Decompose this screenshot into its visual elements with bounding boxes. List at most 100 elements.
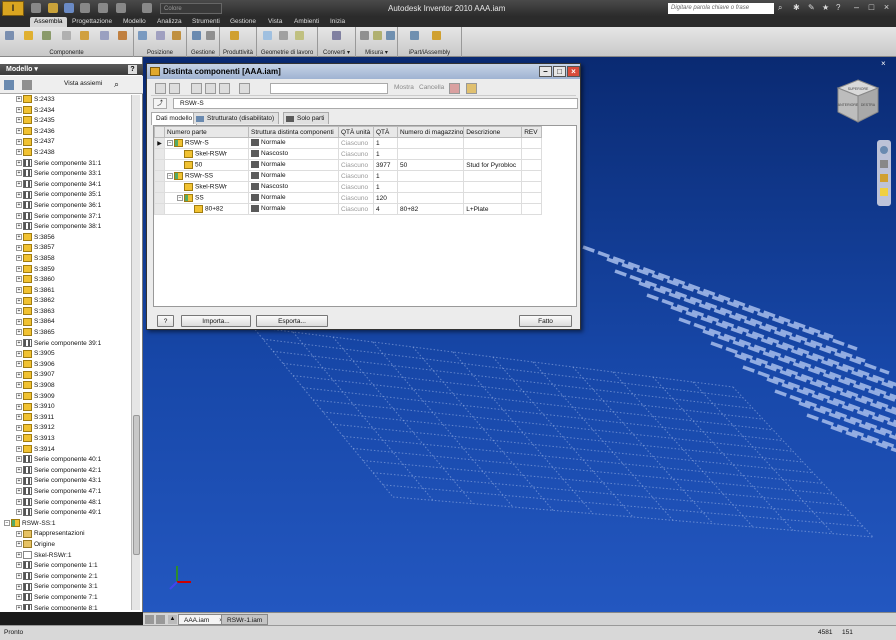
show-button[interactable]: Mostra bbox=[394, 84, 414, 91]
cell-stock[interactable] bbox=[396, 192, 465, 204]
tile-windows-icon[interactable] bbox=[145, 615, 154, 624]
expand-toggle-icon[interactable]: + bbox=[16, 191, 22, 198]
sort-icon[interactable] bbox=[191, 83, 202, 94]
zoom-icon[interactable] bbox=[880, 174, 888, 182]
parameters-icon[interactable] bbox=[206, 31, 215, 40]
cell-qty[interactable]: 1 bbox=[373, 148, 398, 160]
expand-toggle-icon[interactable]: + bbox=[16, 308, 22, 315]
cell-stock[interactable] bbox=[396, 137, 465, 149]
cascade-windows-icon[interactable] bbox=[156, 615, 165, 624]
cell-stock[interactable]: 50 bbox=[396, 159, 465, 171]
tree-item[interactable]: + Serie componente 43:1 bbox=[4, 476, 130, 487]
iassembly-icon[interactable] bbox=[432, 31, 441, 40]
orbit-icon[interactable] bbox=[880, 188, 888, 196]
row-marker[interactable] bbox=[154, 203, 165, 215]
tab-dati-modello[interactable]: Dati modello bbox=[151, 112, 198, 125]
cell-description[interactable] bbox=[463, 181, 523, 193]
minimize-button[interactable]: – bbox=[849, 2, 864, 14]
tab-progettazione[interactable]: Progettazione bbox=[72, 17, 112, 27]
export-bom-icon[interactable] bbox=[155, 83, 166, 94]
row-marker[interactable] bbox=[154, 148, 165, 160]
shrinkwrap-icon[interactable] bbox=[100, 31, 109, 40]
expand-toggle-icon[interactable]: + bbox=[16, 106, 22, 113]
viewcube-icon[interactable]: SUPERIORE ANTERIORE DESTRA bbox=[836, 78, 880, 124]
expand-toggle-icon[interactable]: + bbox=[16, 181, 22, 188]
col-description[interactable]: Descrizione bbox=[463, 126, 523, 138]
cell-part-number[interactable]: − RSWr-S bbox=[164, 137, 249, 149]
tree-item[interactable]: + Serie componente 39:1 bbox=[4, 338, 130, 350]
cell-stock[interactable] bbox=[396, 181, 465, 193]
select-icon[interactable] bbox=[116, 3, 126, 13]
expand-toggle-icon[interactable]: + bbox=[16, 573, 22, 579]
color-style-select[interactable]: Colore bbox=[160, 3, 222, 14]
clear-button[interactable]: Cancella bbox=[419, 84, 444, 91]
bom-settings-icon[interactable] bbox=[466, 83, 477, 94]
convert-icon[interactable] bbox=[332, 31, 341, 40]
cell-unit[interactable]: Ciascuno bbox=[338, 203, 374, 215]
cell-qty[interactable]: 1 bbox=[373, 181, 398, 193]
expand-toggle-icon[interactable]: + bbox=[16, 117, 22, 124]
cell-part-number[interactable]: Skel-RSWr bbox=[164, 148, 249, 160]
tab-ambienti[interactable]: Ambienti bbox=[294, 17, 319, 27]
import-button[interactable]: Importa... bbox=[181, 315, 251, 327]
expand-toggle-icon[interactable]: + bbox=[16, 361, 22, 368]
expand-toggle-icon[interactable]: + bbox=[16, 234, 22, 240]
expand-toggle-icon[interactable]: + bbox=[16, 467, 22, 474]
mirror-icon[interactable] bbox=[62, 31, 71, 40]
cell-unit[interactable]: Ciascuno bbox=[338, 137, 374, 149]
cell-part-number[interactable]: − SS bbox=[164, 192, 249, 204]
dialog-maximize-button[interactable]: □ bbox=[553, 66, 566, 77]
dialog-title-bar[interactable]: Distinta componenti [AAA.iam] – □ × bbox=[147, 64, 580, 79]
cell-structure[interactable]: Normale bbox=[248, 159, 339, 171]
expand-toggle-icon[interactable]: + bbox=[16, 202, 22, 209]
search-input[interactable]: Digitare parola chiave o frase bbox=[668, 3, 774, 14]
expand-toggle-icon[interactable]: + bbox=[16, 138, 22, 145]
col-qty[interactable]: QTÀ bbox=[373, 126, 398, 138]
expand-toggle-icon[interactable]: + bbox=[16, 382, 22, 389]
assembly-icon[interactable]: ⤴ bbox=[153, 98, 167, 109]
view-options-icon[interactable] bbox=[169, 83, 180, 94]
tab-strumenti[interactable]: Strumenti bbox=[192, 17, 220, 27]
tree-item[interactable]: + S:2437 bbox=[4, 137, 130, 148]
expand-toggle-icon[interactable]: − bbox=[167, 140, 173, 146]
expand-toggle-icon[interactable]: + bbox=[16, 456, 22, 463]
update-icon[interactable] bbox=[142, 3, 152, 13]
expand-toggle-icon[interactable]: + bbox=[16, 149, 22, 156]
tree-item[interactable]: + S:3905 bbox=[4, 349, 130, 360]
cell-qty[interactable]: 1 bbox=[373, 170, 398, 182]
cell-description[interactable] bbox=[463, 137, 523, 149]
expand-toggle-icon[interactable]: + bbox=[16, 403, 22, 410]
tree-item[interactable]: + S:3914 bbox=[4, 444, 130, 456]
expand-toggle-icon[interactable]: + bbox=[16, 223, 22, 230]
expand-toggle-icon[interactable]: + bbox=[16, 159, 22, 166]
scrollbar-thumb[interactable] bbox=[133, 415, 140, 555]
favorites-icon[interactable]: ★ bbox=[822, 4, 830, 12]
tree-item[interactable]: + S:2434 bbox=[4, 105, 130, 117]
cell-unit[interactable]: Ciascuno bbox=[338, 192, 374, 204]
close-button[interactable]: × bbox=[879, 2, 894, 14]
tree-item[interactable]: + Serie componente 33:1 bbox=[4, 169, 130, 180]
row-marker[interactable] bbox=[154, 159, 165, 171]
tree-item[interactable]: + S:3863 bbox=[4, 307, 130, 318]
hierarchy-icon[interactable] bbox=[22, 80, 32, 90]
cell-structure[interactable]: Normale bbox=[248, 170, 339, 182]
tree-item[interactable]: + S:3906 bbox=[4, 360, 130, 371]
save-icon[interactable] bbox=[64, 3, 74, 13]
tree-item[interactable]: + Serie componente 40:1 bbox=[4, 455, 130, 466]
expand-toggle-icon[interactable]: + bbox=[16, 286, 22, 293]
view-mode-dropdown[interactable]: Vista assiemi bbox=[64, 80, 102, 87]
productivity-icon[interactable] bbox=[230, 31, 239, 40]
expand-toggle-icon[interactable]: + bbox=[16, 276, 22, 283]
tree-item[interactable]: + S:2438 bbox=[4, 148, 130, 159]
find-icon[interactable] bbox=[239, 83, 250, 94]
measure-distance-icon[interactable] bbox=[360, 31, 369, 40]
expand-toggle-icon[interactable]: + bbox=[16, 414, 22, 421]
tree-item[interactable]: + S:3862 bbox=[4, 296, 130, 307]
ipart-icon[interactable] bbox=[410, 31, 419, 40]
cell-structure[interactable]: Nascosto bbox=[248, 181, 339, 193]
tree-item[interactable]: + Serie componente 7:1 bbox=[4, 593, 130, 604]
open-file-icon[interactable] bbox=[48, 3, 58, 13]
tree-item[interactable]: + Rappresentazioni bbox=[4, 529, 130, 540]
bom-row[interactable]: 50 Normale Ciascuno 3977 50 Stud for Pyrobloc bbox=[154, 159, 543, 171]
cell-rev[interactable] bbox=[521, 170, 543, 182]
